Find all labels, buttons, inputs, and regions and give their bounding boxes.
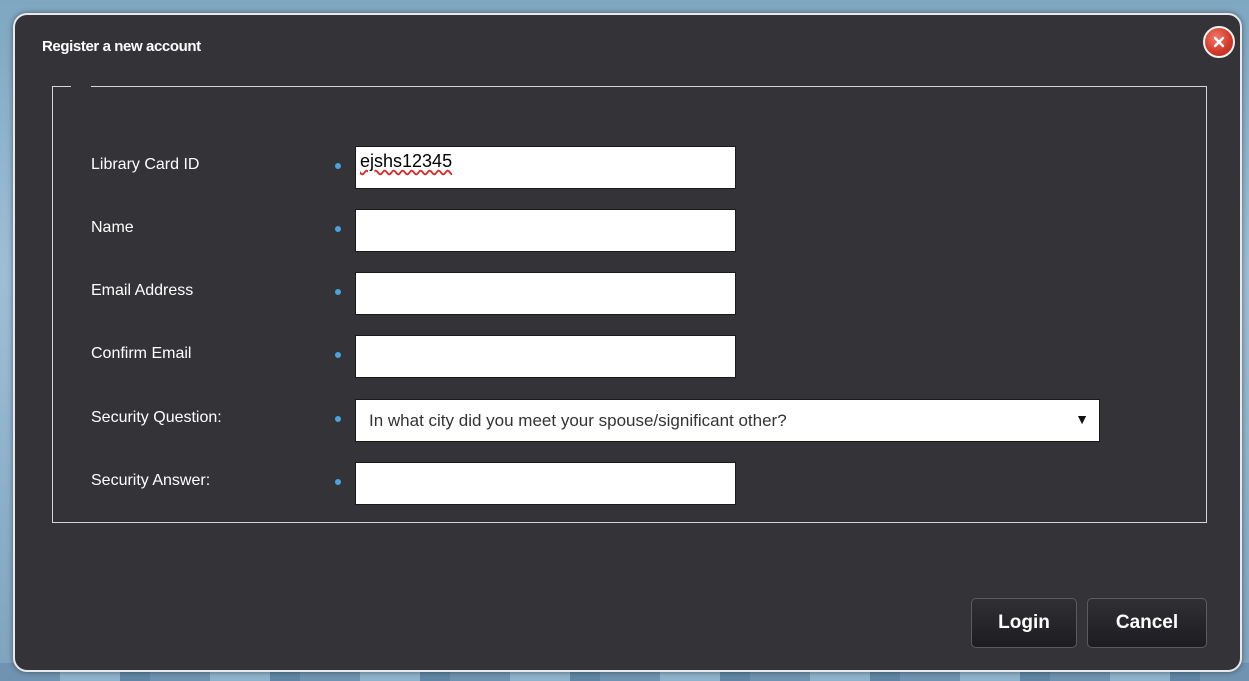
library-card-id-input[interactable]: ejshs12345 xyxy=(355,146,736,189)
close-icon xyxy=(1213,36,1225,48)
library-card-id-label: Library Card ID xyxy=(91,156,200,173)
security-answer-label: Security Answer: xyxy=(91,472,211,489)
cancel-button[interactable]: Cancel xyxy=(1087,598,1207,648)
email-address-input[interactable] xyxy=(355,272,736,315)
name-input[interactable] xyxy=(355,209,736,252)
login-button[interactable]: Login xyxy=(971,598,1077,648)
confirm-email-input[interactable] xyxy=(355,335,736,378)
security-question-label: Security Question: xyxy=(91,409,222,426)
required-indicator xyxy=(335,289,341,295)
required-indicator xyxy=(335,352,341,358)
security-question-value: In what city did you meet your spouse/si… xyxy=(369,410,787,430)
security-question-select[interactable]: In what city did you meet your spouse/si… xyxy=(355,399,1100,442)
required-indicator xyxy=(335,226,341,232)
email-address-label: Email Address xyxy=(91,282,194,299)
name-label: Name xyxy=(91,219,134,236)
dropdown-arrow-icon: ▼ xyxy=(1075,411,1089,427)
required-indicator xyxy=(335,416,341,422)
fieldset-legend-gap xyxy=(71,85,91,89)
required-indicator xyxy=(335,479,341,485)
confirm-email-label: Confirm Email xyxy=(91,345,192,362)
security-answer-input[interactable] xyxy=(355,462,736,505)
register-dialog: Register a new account Library Card ID e… xyxy=(13,13,1242,672)
dialog-title: Register a new account xyxy=(42,38,201,55)
library-card-id-value: ejshs12345 xyxy=(360,151,453,171)
required-indicator xyxy=(335,163,341,169)
close-button[interactable] xyxy=(1203,26,1235,58)
